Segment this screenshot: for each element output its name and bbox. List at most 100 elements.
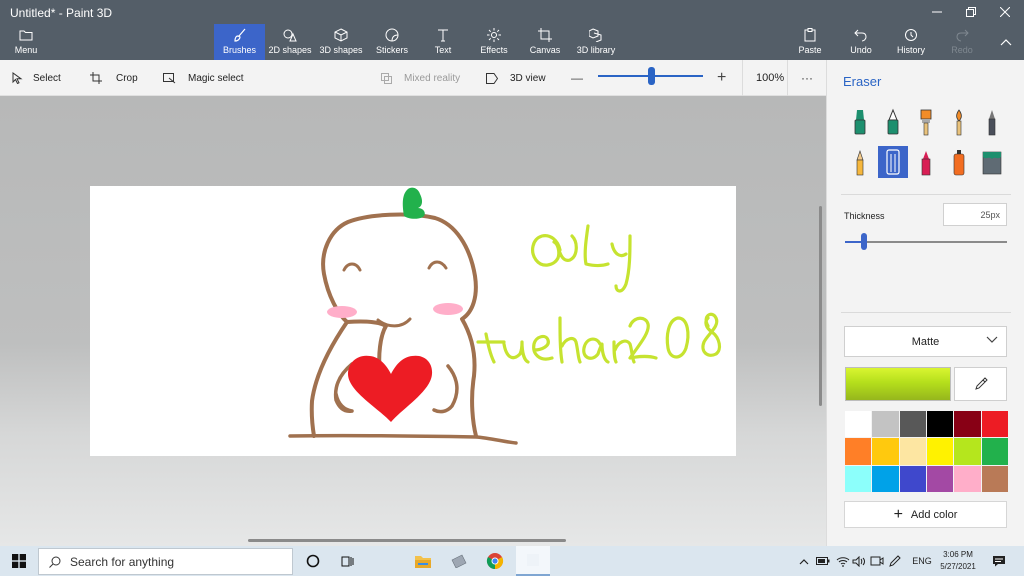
calligraphy-pen-button[interactable] (878, 106, 908, 138)
panel-title: Eraser (843, 74, 882, 89)
canvas-icon (538, 28, 552, 42)
add-color-button[interactable]: + Add color (844, 501, 1007, 528)
color-swatch[interactable] (981, 438, 1008, 465)
horizontal-scrollbar[interactable] (248, 539, 566, 542)
thickness-slider-track[interactable] (845, 241, 1007, 243)
color-swatch[interactable] (899, 438, 926, 465)
taskbar-clock[interactable]: 3:06 PM 5/27/2021 (934, 549, 982, 573)
handwriting-at-sign (531, 234, 578, 267)
tab-3d-shapes[interactable]: 3D shapes (318, 24, 364, 60)
collapse-toolbar-button[interactable] (994, 24, 1018, 60)
left-eye (342, 262, 362, 272)
color-swatch[interactable] (927, 465, 954, 492)
more-options-button[interactable]: ··· (801, 60, 813, 96)
zoom-in-button[interactable]: + (717, 60, 726, 96)
color-swatch[interactable] (899, 411, 926, 438)
3d-view-icon (486, 72, 498, 84)
paste-button[interactable]: Paste (795, 24, 825, 60)
cortana-button[interactable] (296, 546, 330, 576)
tab-text[interactable]: Text (428, 24, 458, 60)
language-indicator[interactable]: ENG (910, 546, 934, 576)
magic-select-button[interactable]: Magic select (163, 60, 244, 96)
zoom-level[interactable]: 100% (756, 60, 784, 96)
eraser-button[interactable] (878, 146, 908, 178)
minimize-button[interactable] (920, 0, 954, 24)
tab-2d-shapes[interactable]: 2D shapes (267, 24, 313, 60)
handwriting-0 (665, 316, 690, 359)
file-explorer-button[interactable] (406, 546, 440, 576)
color-swatch[interactable] (981, 411, 1008, 438)
color-swatch[interactable] (927, 411, 954, 438)
vertical-scrollbar[interactable] (819, 206, 822, 406)
crop-button[interactable]: Crop (90, 60, 138, 96)
pencil-icon (856, 150, 864, 176)
close-icon (1000, 7, 1010, 17)
paste-label: Paste (798, 45, 822, 55)
task-view-button[interactable] (330, 546, 364, 576)
color-swatch[interactable] (845, 411, 872, 438)
crayon-icon (921, 151, 931, 176)
color-swatch[interactable] (845, 465, 872, 492)
start-button[interactable] (4, 546, 34, 576)
chevron-up-icon (799, 558, 809, 564)
tab-label: Brushes (222, 45, 257, 55)
pixel-pen-button[interactable] (977, 106, 1007, 138)
color-swatch[interactable] (872, 465, 899, 492)
current-color-swatch[interactable] (845, 367, 951, 401)
color-swatch[interactable] (872, 411, 899, 438)
thickness-slider-thumb[interactable] (861, 233, 868, 250)
pixel-pen-icon (988, 110, 996, 136)
tab-canvas[interactable]: Canvas (527, 24, 563, 60)
undo-button[interactable]: Undo (846, 24, 876, 60)
color-swatch[interactable] (899, 465, 926, 492)
3d-view-button[interactable]: 3D view (486, 60, 546, 96)
history-button[interactable]: History (895, 24, 927, 60)
notifications-button[interactable] (988, 546, 1010, 576)
handwriting-u (502, 340, 530, 364)
color-swatch[interactable] (954, 411, 981, 438)
restore-button[interactable] (954, 0, 988, 24)
watercolor-brush-button[interactable] (944, 106, 974, 138)
color-swatch[interactable] (981, 465, 1008, 492)
pen-icon (889, 555, 901, 567)
color-swatch[interactable] (927, 438, 954, 465)
color-swatch[interactable] (872, 438, 899, 465)
paint-3d-taskbar-button[interactable] (516, 546, 550, 576)
undo-icon (854, 29, 867, 42)
drawing-canvas[interactable] (90, 186, 736, 456)
show-hidden-icons-button[interactable] (796, 546, 812, 576)
tab-label: Stickers (375, 45, 408, 55)
zoom-slider-thumb[interactable] (647, 67, 655, 85)
spray-can-button[interactable] (944, 146, 974, 178)
app-toolbar: Untitled* - Paint 3D Menu Brushes 2D sha… (0, 0, 1024, 60)
redo-button[interactable]: Redo (948, 24, 976, 60)
chrome-button[interactable] (478, 546, 512, 576)
marker-brush-button[interactable] (845, 106, 875, 138)
pen-workspace-button[interactable] (886, 546, 904, 576)
thickness-input[interactable]: 25px (943, 203, 1007, 226)
select-button[interactable]: Select (12, 60, 61, 96)
close-button[interactable] (988, 0, 1022, 24)
zoom-out-button[interactable]: — (571, 60, 583, 96)
oil-brush-button[interactable] (911, 106, 941, 138)
pencil-button[interactable] (845, 146, 875, 178)
menu-button[interactable]: Menu (4, 24, 48, 60)
color-swatch[interactable] (845, 438, 872, 465)
taskbar-search-box[interactable]: Search for anything (38, 548, 293, 575)
eyedropper-button[interactable] (954, 367, 1007, 401)
mixed-reality-button[interactable]: Mixed reality (381, 60, 460, 96)
app-button[interactable] (442, 546, 476, 576)
volume-button[interactable] (850, 546, 868, 576)
tab-3d-library[interactable]: 3D library (574, 24, 618, 60)
color-swatch[interactable] (954, 465, 981, 492)
crayon-button[interactable] (911, 146, 941, 178)
tab-stickers[interactable]: Stickers (372, 24, 412, 60)
meet-now-button[interactable] (868, 546, 886, 576)
tab-effects[interactable]: Effects (476, 24, 512, 60)
finish-dropdown[interactable]: Matte (844, 326, 1007, 357)
battery-button[interactable] (814, 546, 832, 576)
tab-brushes[interactable]: Brushes (214, 24, 265, 60)
fill-bucket-button[interactable] (977, 146, 1007, 178)
color-swatch[interactable] (954, 438, 981, 465)
minimize-icon (932, 11, 942, 13)
